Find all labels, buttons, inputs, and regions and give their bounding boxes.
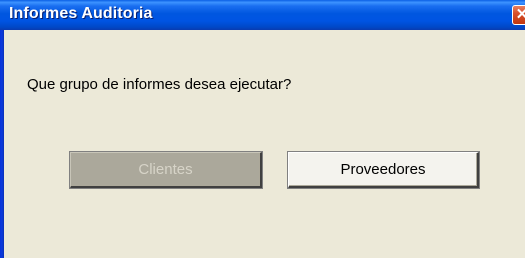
prompt-text: Que grupo de informes desea ejecutar? xyxy=(27,76,292,93)
window-title: Informes Auditoria xyxy=(9,5,153,22)
clientes-button[interactable]: Clientes xyxy=(70,152,262,188)
close-button[interactable]: ✕ xyxy=(512,5,525,25)
title-bar[interactable]: Informes Auditoria ✕ xyxy=(0,0,525,30)
proveedores-button[interactable]: Proveedores xyxy=(288,152,479,188)
dialog-window: Informes Auditoria ✕ Que grupo de inform… xyxy=(0,0,525,258)
window-frame-left xyxy=(0,0,4,258)
close-icon: ✕ xyxy=(515,6,525,23)
